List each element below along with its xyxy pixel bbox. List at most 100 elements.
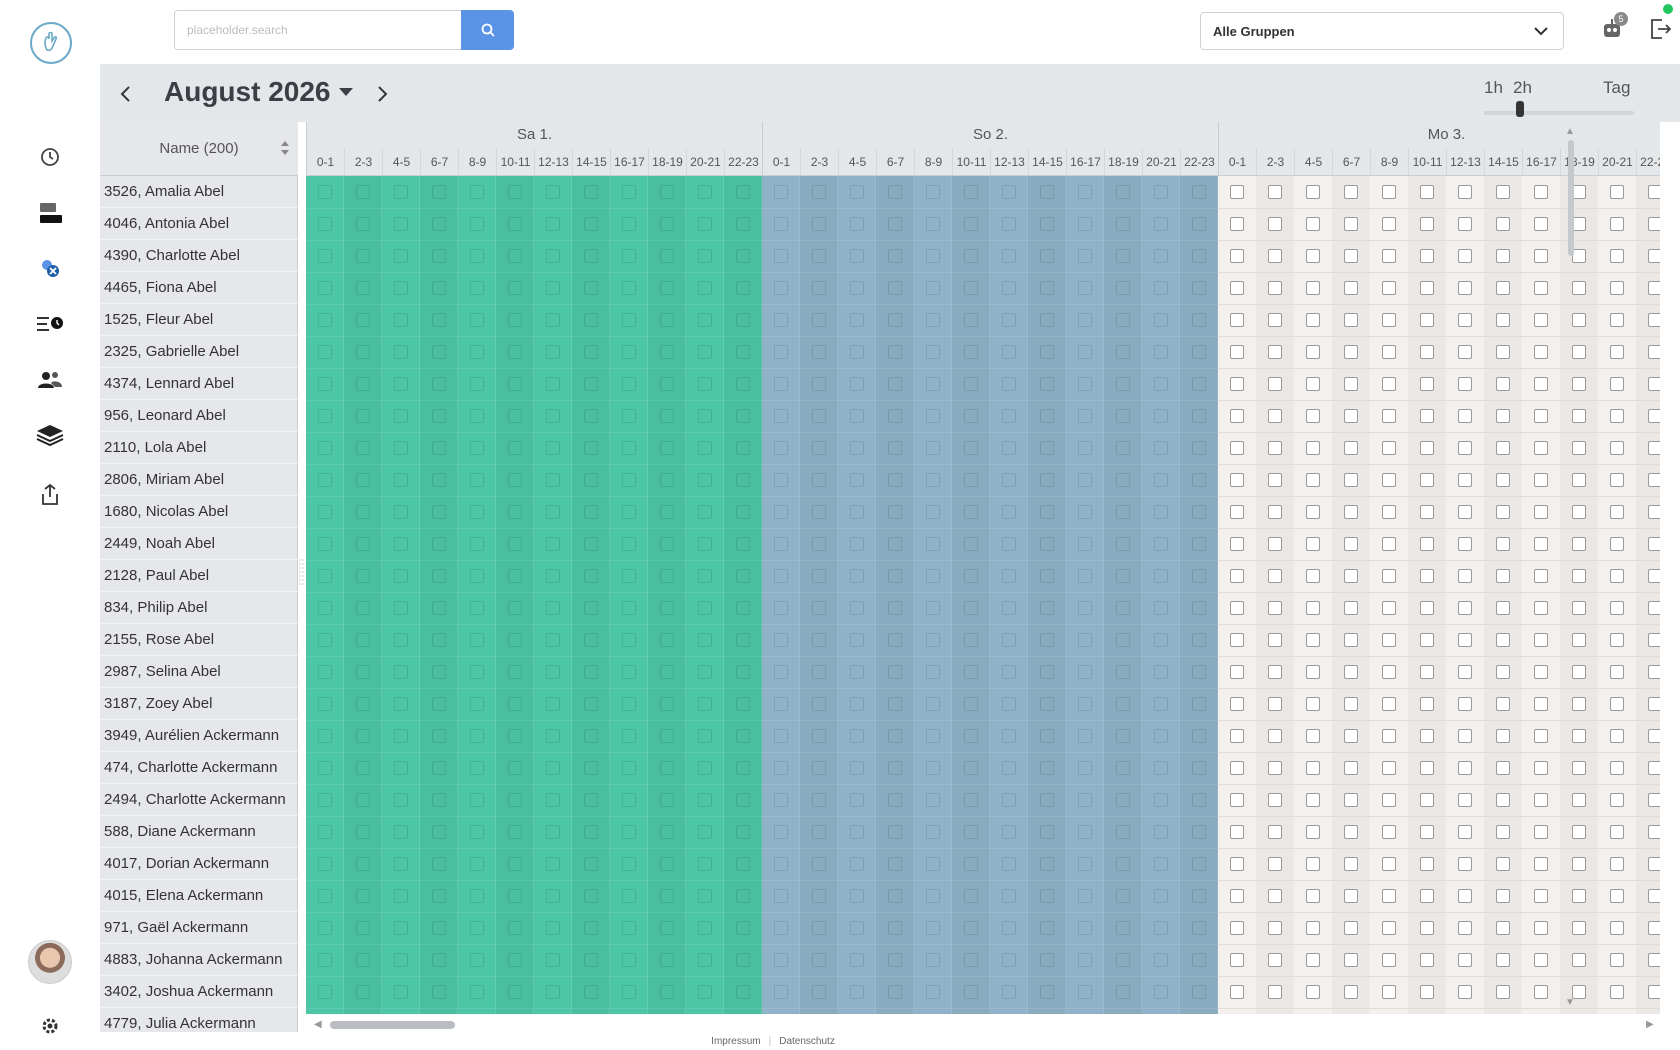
slot-checkbox[interactable]	[850, 185, 864, 199]
slot-checkbox[interactable]	[1496, 857, 1510, 871]
slot-checkbox[interactable]	[1306, 281, 1320, 295]
slot-checkbox[interactable]	[812, 889, 826, 903]
slot-checkbox[interactable]	[1610, 761, 1624, 775]
slot-checkbox[interactable]	[698, 505, 712, 519]
slot-checkbox[interactable]	[774, 345, 788, 359]
slot-checkbox[interactable]	[1534, 409, 1548, 423]
slot-checkbox[interactable]	[1344, 313, 1358, 327]
slot-checkbox[interactable]	[622, 825, 636, 839]
slot-checkbox[interactable]	[1610, 889, 1624, 903]
slot-checkbox[interactable]	[812, 217, 826, 231]
name-row[interactable]: 4046, Antonia Abel	[100, 208, 298, 240]
slot-checkbox[interactable]	[1192, 665, 1206, 679]
name-row[interactable]: 588, Diane Ackermann	[100, 816, 298, 848]
slot-checkbox[interactable]	[1154, 857, 1168, 871]
slot-checkbox[interactable]	[1268, 377, 1282, 391]
slot-checkbox[interactable]	[1496, 185, 1510, 199]
name-row[interactable]: 4390, Charlotte Abel	[100, 240, 298, 272]
slot-checkbox[interactable]	[1040, 377, 1054, 391]
slot-checkbox[interactable]	[812, 313, 826, 327]
slot-checkbox[interactable]	[622, 345, 636, 359]
slot-checkbox[interactable]	[394, 409, 408, 423]
slot-checkbox[interactable]	[1344, 729, 1358, 743]
slot-checkbox[interactable]	[1458, 217, 1472, 231]
slot-checkbox[interactable]	[1078, 889, 1092, 903]
slot-checkbox[interactable]	[850, 537, 864, 551]
slot-checkbox[interactable]	[1192, 697, 1206, 711]
slot-checkbox[interactable]	[1572, 665, 1586, 679]
slot-checkbox[interactable]	[508, 697, 522, 711]
slot-checkbox[interactable]	[318, 857, 332, 871]
slot-checkbox[interactable]	[1116, 313, 1130, 327]
slot-checkbox[interactable]	[1192, 889, 1206, 903]
slot-checkbox[interactable]	[470, 185, 484, 199]
slot-checkbox[interactable]	[470, 505, 484, 519]
slot-checkbox[interactable]	[622, 793, 636, 807]
slot-checkbox[interactable]	[622, 217, 636, 231]
slot-checkbox[interactable]	[1344, 985, 1358, 999]
slot-checkbox[interactable]	[1154, 665, 1168, 679]
slot-checkbox[interactable]	[356, 249, 370, 263]
slot-checkbox[interactable]	[1040, 537, 1054, 551]
slot-checkbox[interactable]	[1040, 793, 1054, 807]
slot-checkbox[interactable]	[774, 473, 788, 487]
slot-checkbox[interactable]	[356, 505, 370, 519]
slot-checkbox[interactable]	[470, 377, 484, 391]
zoom-option-1h[interactable]: 1h	[1484, 78, 1503, 98]
slot-checkbox[interactable]	[1648, 761, 1660, 775]
slot-checkbox[interactable]	[1572, 729, 1586, 743]
slot-checkbox[interactable]	[622, 729, 636, 743]
slot-checkbox[interactable]	[812, 185, 826, 199]
slot-checkbox[interactable]	[774, 889, 788, 903]
slot-checkbox[interactable]	[1344, 281, 1358, 295]
slot-checkbox[interactable]	[546, 409, 560, 423]
slot-checkbox[interactable]	[1116, 249, 1130, 263]
slot-checkbox[interactable]	[1344, 793, 1358, 807]
slot-checkbox[interactable]	[1610, 633, 1624, 647]
slot-checkbox[interactable]	[470, 281, 484, 295]
horizontal-scroll-thumb[interactable]	[330, 1021, 455, 1029]
slot-checkbox[interactable]	[318, 825, 332, 839]
slot-checkbox[interactable]	[508, 793, 522, 807]
slot-checkbox[interactable]	[1192, 761, 1206, 775]
slot-checkbox[interactable]	[926, 761, 940, 775]
slot-checkbox[interactable]	[1306, 985, 1320, 999]
slot-checkbox[interactable]	[812, 697, 826, 711]
slot-checkbox[interactable]	[888, 249, 902, 263]
slot-checkbox[interactable]	[1344, 537, 1358, 551]
slot-checkbox[interactable]	[1458, 185, 1472, 199]
slot-checkbox[interactable]	[546, 825, 560, 839]
slot-checkbox[interactable]	[1192, 537, 1206, 551]
slot-checkbox[interactable]	[394, 281, 408, 295]
sort-icon[interactable]	[280, 140, 290, 156]
slot-checkbox[interactable]	[850, 857, 864, 871]
slot-checkbox[interactable]	[1306, 761, 1320, 775]
slot-checkbox[interactable]	[1610, 857, 1624, 871]
slot-checkbox[interactable]	[1154, 473, 1168, 487]
slot-checkbox[interactable]	[1192, 377, 1206, 391]
slot-checkbox[interactable]	[1534, 569, 1548, 583]
slot-checkbox[interactable]	[850, 825, 864, 839]
slot-checkbox[interactable]	[1078, 313, 1092, 327]
slot-checkbox[interactable]	[432, 569, 446, 583]
slot-checkbox[interactable]	[1230, 921, 1244, 935]
slot-checkbox[interactable]	[1382, 537, 1396, 551]
slot-checkbox[interactable]	[926, 441, 940, 455]
slot-checkbox[interactable]	[1344, 889, 1358, 903]
slot-checkbox[interactable]	[584, 825, 598, 839]
slot-checkbox[interactable]	[774, 985, 788, 999]
slot-checkbox[interactable]	[1420, 409, 1434, 423]
scroll-down-icon[interactable]: ▼	[1565, 997, 1575, 1008]
slot-checkbox[interactable]	[964, 345, 978, 359]
slot-checkbox[interactable]	[508, 281, 522, 295]
slot-checkbox[interactable]	[888, 537, 902, 551]
slot-checkbox[interactable]	[1116, 281, 1130, 295]
slot-checkbox[interactable]	[584, 921, 598, 935]
slot-checkbox[interactable]	[470, 729, 484, 743]
slot-checkbox[interactable]	[964, 377, 978, 391]
slot-checkbox[interactable]	[698, 185, 712, 199]
slot-checkbox[interactable]	[1458, 953, 1472, 967]
slot-checkbox[interactable]	[926, 473, 940, 487]
slot-checkbox[interactable]	[1458, 633, 1472, 647]
search-button[interactable]	[461, 10, 514, 50]
